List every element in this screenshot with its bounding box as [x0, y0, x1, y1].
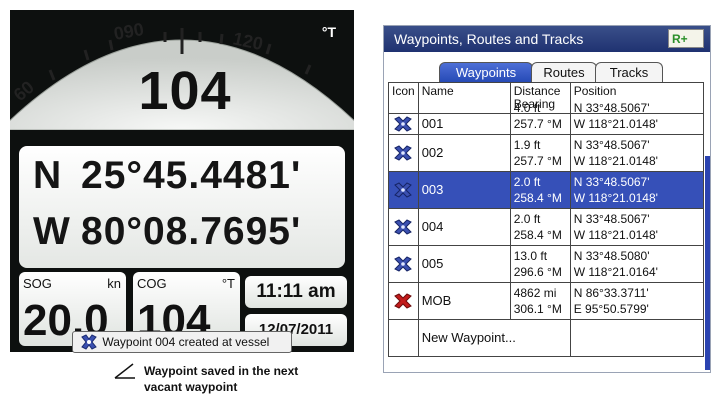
tab-routes[interactable]: Routes — [531, 62, 597, 83]
time-readout: 11:11 am — [245, 276, 347, 308]
waypoint-row[interactable]: 003 2.0 ft 258.4 °M N 33°48.5067' W 118°21.0… — [388, 171, 704, 209]
waypoint-row[interactable]: MOB 4862 mi 306.1 °M N 86°33.3711' E 95°50.5… — [388, 282, 704, 320]
waypoint-position: N 86°33.3711' E 95°50.5799' — [569, 282, 704, 320]
table-scrollbar[interactable] — [705, 156, 710, 370]
longitude-value: 80°08.7695' — [81, 210, 302, 253]
waypoint-latitude: N 33°48.5067' — [573, 138, 650, 152]
waypoint-cross-icon — [393, 219, 413, 235]
dialog-title-bar: Waypoints, Routes and Tracks R+ — [384, 26, 710, 52]
route-plus-label: R+ — [672, 32, 688, 46]
waypoint-row[interactable]: 005 13.0 ft 296.6 °M N 33°48.5080' W 118°21.… — [388, 245, 704, 283]
waypoint-position: N 33°48.5080' W 118°21.0164' — [569, 245, 704, 283]
waypoint-name: 002 — [417, 134, 511, 172]
waypoint-name: 004 — [417, 208, 511, 246]
waypoint-bearing: 258.4 °M — [513, 228, 562, 242]
waypoint-latitude: N 33°48.5067' — [573, 101, 650, 115]
tab-strip: Waypoints Routes Tracks — [384, 52, 710, 83]
waypoint-position: N 33°48.5067' W 118°21.0148' — [569, 208, 704, 246]
waypoint-name: 003 — [417, 171, 511, 209]
waypoint-distance: 2.0 ft — [513, 212, 541, 226]
waypoint-bearing: 257.7 °M — [513, 117, 562, 131]
waypoint-distance-bearing: 4.0 ft 257.7 °M — [509, 101, 571, 135]
column-header-name: Name — [417, 82, 511, 114]
waypoint-distance-bearing: 1.9 ft 257.7 °M — [509, 134, 571, 172]
callout-arrow-icon — [114, 363, 135, 379]
waypoint-name: MOB — [417, 282, 511, 320]
waypoint-icon-cell — [388, 245, 419, 283]
waypoint-row[interactable]: 004 2.0 ft 258.4 °M N 33°48.5067' W 118°21.0… — [388, 208, 704, 246]
waypoint-latitude: N 33°48.5067' — [573, 175, 650, 189]
waypoint-bearing: 258.4 °M — [513, 191, 562, 205]
waypoint-longitude: W 118°21.0164' — [573, 265, 658, 279]
latitude-value: 25°45.4481' — [81, 154, 302, 197]
tab-waypoints[interactable]: Waypoints — [439, 62, 533, 83]
waypoint-icon-cell — [388, 171, 419, 209]
waypoint-bearing: 306.1 °M — [513, 302, 562, 316]
waypoint-longitude: E 95°50.5799' — [573, 302, 649, 316]
heading-value: 104 — [138, 61, 232, 121]
waypoint-icon-cell — [388, 208, 419, 246]
toast-text: Waypoint 004 created at vessel — [102, 335, 270, 349]
new-waypoint-row[interactable]: New Waypoint... — [388, 319, 704, 357]
waypoint-position: N 33°48.5067' W 118°21.0148' — [569, 101, 704, 135]
heading-unit: °T — [321, 24, 336, 40]
waypoint-cross-icon — [393, 182, 413, 198]
dialog-title: Waypoints, Routes and Tracks — [394, 31, 584, 47]
waypoint-bearing: 257.7 °M — [513, 154, 562, 168]
waypoint-cross-icon — [393, 256, 413, 272]
waypoint-position: N 33°48.5067' W 118°21.0148' — [569, 171, 704, 209]
navigation-display: 090 120 60 °T 104 N 25°45.4481' W 80°08.76… — [10, 10, 354, 352]
waypoint-latitude: N 33°48.5067' — [573, 212, 650, 226]
waypoint-cross-icon — [81, 334, 97, 350]
tick-label-090: 090 — [112, 19, 145, 44]
figure-caption: Waypoint saved in the next vacant waypoi… — [144, 364, 299, 394]
waypoint-icon-cell — [388, 134, 419, 172]
waypoint-row[interactable]: 002 1.9 ft 257.7 °M N 33°48.5067' W 118°21.0… — [388, 134, 704, 172]
waypoint-longitude: W 118°21.0148' — [573, 154, 658, 168]
waypoint-table: Icon Name Distance Bearing Position 001 4… — [388, 82, 704, 357]
waypoint-distance: 13.0 ft — [513, 249, 548, 263]
waypoints-dialog: Waypoints, Routes and Tracks R+ Waypoint… — [383, 25, 711, 373]
sog-unit: kn — [107, 276, 121, 291]
waypoint-distance-bearing: 2.0 ft 258.4 °M — [509, 171, 571, 209]
mob-icon — [393, 293, 413, 309]
tab-tracks[interactable]: Tracks — [595, 62, 663, 83]
waypoint-distance: 2.0 ft — [513, 175, 541, 189]
waypoint-distance: 1.9 ft — [513, 138, 541, 152]
waypoint-table-container: Icon Name Distance Bearing Position 001 4… — [388, 82, 704, 372]
waypoint-longitude: W 118°21.0148' — [573, 228, 658, 242]
waypoint-cross-icon — [393, 145, 413, 161]
waypoint-cross-icon — [393, 116, 413, 132]
waypoint-distance-bearing: 13.0 ft 296.6 °M — [509, 245, 571, 283]
route-plus-button[interactable]: R+ — [668, 29, 704, 48]
waypoint-name: 001 — [417, 113, 511, 135]
empty-position-cell — [569, 319, 704, 357]
waypoint-distance: 4.0 ft — [513, 101, 541, 115]
waypoint-latitude: N 33°48.5080' — [573, 249, 650, 263]
waypoint-distance: 4862 mi — [513, 286, 557, 300]
empty-icon-cell — [388, 319, 419, 357]
waypoint-name: 005 — [417, 245, 511, 283]
waypoint-distance-bearing: 4862 mi 306.1 °M — [509, 282, 571, 320]
cog-label: COG — [137, 276, 167, 291]
waypoint-row[interactable]: 001 4.0 ft 257.7 °M N 33°48.5067' W 118°21.0… — [388, 101, 704, 135]
waypoint-position: N 33°48.5067' W 118°21.0148' — [569, 134, 704, 172]
waypoint-longitude: W 118°21.0148' — [573, 117, 658, 131]
waypoint-icon-cell — [388, 282, 419, 320]
column-header-icon: Icon — [388, 82, 419, 114]
longitude-hemisphere: W — [33, 210, 71, 253]
latitude-hemisphere: N — [33, 154, 63, 197]
position-panel: N 25°45.4481' W 80°08.7695' — [19, 146, 345, 268]
waypoint-icon-cell — [388, 113, 419, 135]
latitude-readout: N 25°45.4481' — [33, 154, 301, 198]
waypoint-created-toast: Waypoint 004 created at vessel — [72, 331, 292, 353]
sog-label: SOG — [23, 276, 52, 291]
waypoint-longitude: W 118°21.0148' — [573, 191, 658, 205]
waypoint-distance-bearing: 2.0 ft 258.4 °M — [509, 208, 571, 246]
cog-unit: °T — [221, 276, 235, 291]
longitude-readout: W 80°08.7695' — [33, 210, 301, 254]
waypoint-latitude: N 86°33.3711' — [573, 286, 649, 300]
waypoint-bearing: 296.6 °M — [513, 265, 562, 279]
new-waypoint-button[interactable]: New Waypoint... — [417, 319, 571, 357]
